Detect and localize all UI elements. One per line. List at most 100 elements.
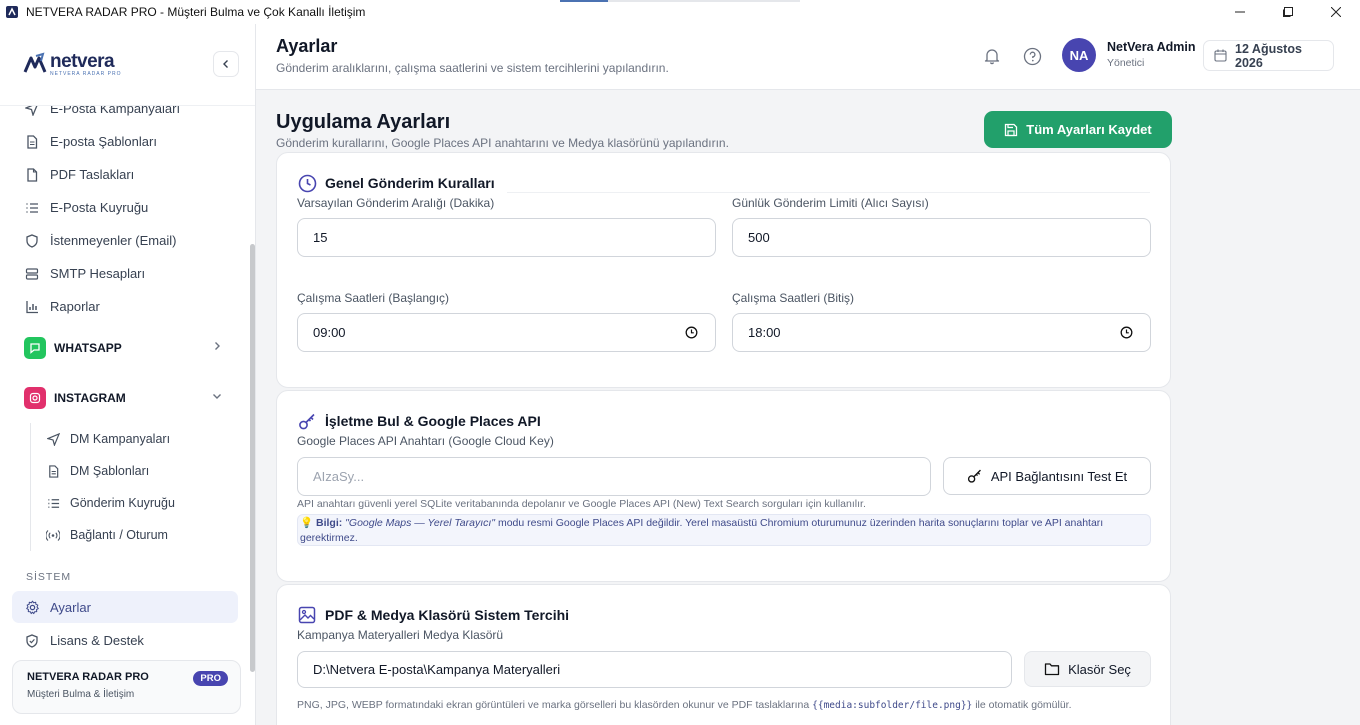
info-bold: Bilgi: bbox=[316, 517, 343, 529]
sidebar-item-label: E-Posta Kampanyaları bbox=[50, 106, 181, 116]
divider bbox=[507, 192, 1150, 193]
signal-icon bbox=[46, 528, 60, 542]
sidebar-item-connection-session[interactable]: Bağlantı / Oturum bbox=[30, 519, 250, 551]
key-icon bbox=[297, 411, 317, 431]
sidebar-item-label: İstenmeyenler (Email) bbox=[50, 233, 177, 248]
pro-badge: PRO bbox=[193, 671, 228, 686]
close-window-button[interactable] bbox=[1312, 0, 1360, 24]
save-all-label: Tüm Ayarları Kaydet bbox=[1026, 122, 1152, 137]
google-places-title: İşletme Bul & Google Places API bbox=[325, 413, 541, 429]
save-all-button[interactable]: Tüm Ayarları Kaydet bbox=[984, 111, 1172, 148]
section-subtitle: Gönderim kurallarını, Google Places API … bbox=[276, 136, 729, 150]
api-key-hint: API anahtarı güvenli yerel SQLite verita… bbox=[297, 498, 866, 510]
interval-label: Varsayılan Gönderim Aralığı (Dakika) bbox=[297, 196, 495, 210]
send-icon bbox=[24, 106, 40, 117]
brand-name: netvera bbox=[50, 50, 115, 72]
test-api-label: API Bağlantısını Test Et bbox=[990, 468, 1128, 484]
start-time-value: 09:00 bbox=[313, 325, 346, 340]
end-time-input[interactable]: 18:00 bbox=[732, 313, 1151, 352]
media-folder-title: PDF & Medya Klasörü Sistem Tercihi bbox=[325, 607, 570, 623]
sidebar-item-reports[interactable]: Raporlar bbox=[0, 290, 250, 323]
sidebar-item-unsubscribes[interactable]: İstenmeyenler (Email) bbox=[0, 224, 250, 257]
daily-limit-input[interactable]: 500 bbox=[732, 218, 1151, 257]
end-time-value: 18:00 bbox=[748, 325, 781, 340]
sidebar-item-label: E-posta Şablonları bbox=[50, 134, 157, 149]
google-places-card: İşletme Bul & Google Places API Google P… bbox=[276, 390, 1171, 582]
save-icon bbox=[1004, 123, 1018, 137]
api-key-input[interactable]: AIzaSy... bbox=[297, 457, 931, 496]
start-time-label: Çalışma Saatleri (Başlangıç) bbox=[297, 291, 450, 305]
brand-logo: netvera NETVERA RADAR PRO bbox=[22, 52, 121, 78]
maximize-button[interactable] bbox=[1264, 0, 1312, 24]
sidebar-item-dm-templates[interactable]: DM Şablonları bbox=[30, 455, 250, 487]
hint-text: PNG, JPG, WEBP formatındaki ekran görünt… bbox=[297, 699, 810, 711]
avatar[interactable]: NA bbox=[1062, 38, 1096, 72]
shield-icon bbox=[24, 633, 40, 649]
chevron-down-icon bbox=[212, 390, 222, 404]
sidebar-group-instagram[interactable]: INSTAGRAM bbox=[0, 373, 250, 423]
sidebar-item-label: Ayarlar bbox=[50, 599, 91, 615]
date-text: 12 Ağustos 2026 bbox=[1235, 41, 1302, 70]
main-content: Uygulama Ayarları Gönderim kurallarını, … bbox=[256, 90, 1360, 725]
media-folder-hint: PNG, JPG, WEBP formatındaki ekran görünt… bbox=[297, 699, 1072, 711]
server-icon bbox=[24, 266, 40, 282]
clock-icon bbox=[297, 173, 317, 193]
bell-icon[interactable] bbox=[982, 46, 1002, 66]
collapse-sidebar-button[interactable] bbox=[213, 51, 239, 77]
document-icon bbox=[46, 464, 60, 478]
api-key-label: Google Places API Anahtarı (Google Cloud… bbox=[297, 434, 554, 448]
sidebar-item-label: SMTP Hesapları bbox=[50, 266, 146, 281]
google-places-heading: İşletme Bul & Google Places API bbox=[297, 411, 541, 431]
instagram-subnav: DM Kampanyaları DM Şablonları Gönderim K… bbox=[0, 423, 250, 551]
image-icon bbox=[297, 605, 317, 625]
sidebar-item-email-queue[interactable]: E-Posta Kuyruğu bbox=[0, 191, 250, 224]
date-display: 12 Ağustos 2026 bbox=[1203, 40, 1334, 71]
pro-promo-card: NETVERA RADAR PRO Müşteri Bulma & İletiş… bbox=[12, 660, 241, 714]
sidebar-item-license-support[interactable]: Lisans & Destek bbox=[0, 624, 250, 654]
page-title: Ayarlar bbox=[276, 36, 338, 56]
window-title: NETVERA RADAR PRO - Müşteri Bulma ve Çok… bbox=[26, 5, 366, 19]
interval-input[interactable]: 15 bbox=[297, 218, 716, 257]
sidebar-item-label: Lisans & Destek bbox=[50, 633, 144, 648]
sidebar-item-label: Gönderim Kuyruğu bbox=[70, 496, 175, 510]
choose-folder-label: Klasör Seç bbox=[1068, 661, 1131, 677]
choose-folder-button[interactable]: Klasör Seç bbox=[1024, 651, 1151, 687]
whatsapp-icon bbox=[24, 337, 46, 359]
hint-text-end: ile otomatik gömülür. bbox=[975, 699, 1072, 711]
test-api-button[interactable]: API Bağlantısını Test Et bbox=[943, 457, 1151, 495]
start-time-input[interactable]: 09:00 bbox=[297, 313, 716, 352]
calendar-icon bbox=[1214, 49, 1227, 62]
chevron-left-icon bbox=[223, 60, 228, 68]
help-icon[interactable] bbox=[1022, 46, 1042, 66]
gear-icon bbox=[24, 599, 40, 615]
sidebar-item-label: Raporlar bbox=[50, 299, 100, 314]
general-rules-card: Genel Gönderim Kuralları Varsayılan Gönd… bbox=[276, 152, 1171, 388]
promo-subtitle: Müşteri Bulma & İletişim bbox=[27, 689, 135, 700]
sidebar-scrollbar[interactable] bbox=[250, 244, 255, 672]
sidebar-group-whatsapp[interactable]: WHATSAPP bbox=[0, 323, 250, 373]
clock-icon[interactable] bbox=[1120, 326, 1133, 339]
info-box: 💡 Bilgi: "Google Maps — Yerel Tarayıcı" … bbox=[297, 514, 1151, 546]
lightbulb-icon: 💡 bbox=[300, 517, 314, 529]
sidebar-item-pdf-drafts[interactable]: PDF Taslakları bbox=[0, 158, 250, 191]
media-folder-heading: PDF & Medya Klasörü Sistem Tercihi bbox=[297, 605, 569, 625]
sidebar-group-label: WHATSAPP bbox=[54, 341, 122, 355]
hint-code: {{media:subfolder/file.png}} bbox=[812, 700, 973, 711]
sidebar-item-smtp-accounts[interactable]: SMTP Hesapları bbox=[0, 257, 250, 290]
sidebar-item-dm-campaigns[interactable]: DM Kampanyaları bbox=[30, 423, 250, 455]
media-folder-label: Kampanya Materyalleri Medya Klasörü bbox=[297, 628, 504, 642]
sidebar-item-send-queue[interactable]: Gönderim Kuyruğu bbox=[30, 487, 250, 519]
sidebar-item-email-campaigns[interactable]: E-Posta Kampanyaları bbox=[0, 106, 250, 125]
section-title: Uygulama Ayarları bbox=[276, 111, 451, 133]
brand-logo-icon bbox=[23, 52, 47, 73]
send-icon bbox=[46, 432, 60, 446]
general-rules-heading: Genel Gönderim Kuralları bbox=[297, 173, 495, 193]
sidebar-item-label: E-Posta Kuyruğu bbox=[50, 200, 149, 215]
sidebar-item-label: Bağlantı / Oturum bbox=[70, 528, 168, 542]
sidebar-item-email-templates[interactable]: E-posta Şablonları bbox=[0, 125, 250, 158]
minimize-button[interactable] bbox=[1216, 0, 1264, 24]
media-folder-input[interactable]: D:\Netvera E-posta\Kampanya Materyalleri bbox=[297, 651, 1012, 688]
clock-icon[interactable] bbox=[685, 326, 698, 339]
user-name: NetVera Admin bbox=[1107, 40, 1196, 54]
sidebar-item-settings[interactable]: Ayarlar bbox=[12, 591, 238, 623]
